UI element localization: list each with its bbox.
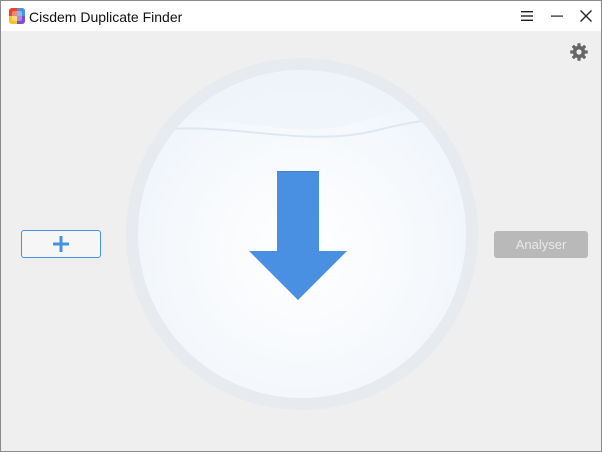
- title-bar: Cisdem Duplicate Finder: [1, 1, 601, 31]
- analyse-button[interactable]: Analyser: [494, 231, 588, 258]
- add-folder-button[interactable]: [21, 230, 101, 258]
- window-title: Cisdem Duplicate Finder: [29, 9, 183, 25]
- menu-icon: [521, 11, 533, 21]
- minimize-button[interactable]: [542, 1, 572, 31]
- close-icon: [580, 10, 592, 22]
- app-window: Cisdem Duplicate Finder Analyser: [0, 0, 602, 452]
- app-logo-icon: [9, 8, 25, 24]
- download-arrow-icon: [248, 170, 348, 301]
- gear-icon: [570, 43, 588, 61]
- minimize-icon: [551, 15, 563, 17]
- plus-icon: [53, 236, 69, 252]
- settings-button[interactable]: [569, 42, 589, 62]
- close-button[interactable]: [571, 1, 601, 31]
- menu-button[interactable]: [512, 1, 542, 31]
